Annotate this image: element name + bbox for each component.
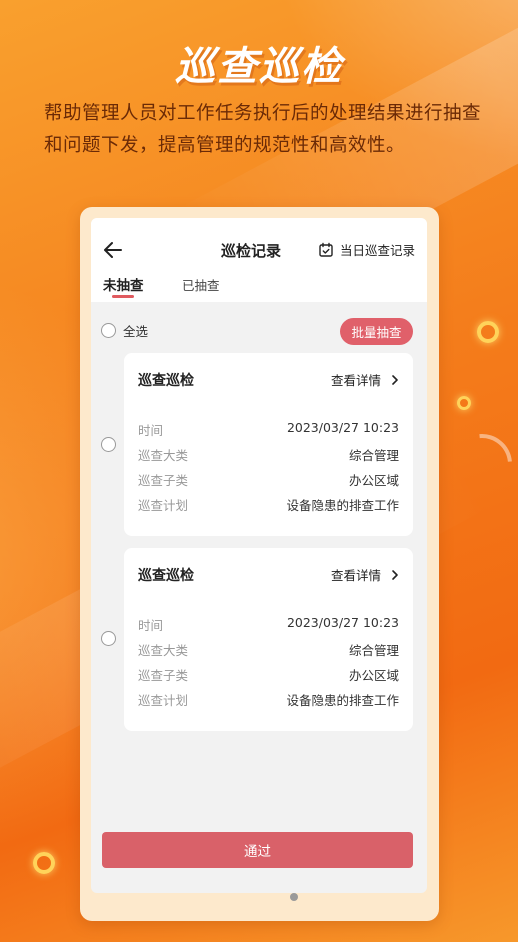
decor-ring bbox=[477, 321, 499, 343]
select-all-radio[interactable] bbox=[101, 323, 116, 338]
field-value: 2023/03/27 10:23 bbox=[286, 615, 399, 630]
pass-button[interactable]: 通过 bbox=[102, 832, 413, 868]
hero-title: 巡查巡检 bbox=[175, 44, 343, 90]
field-label: 巡查子类 bbox=[138, 668, 189, 683]
daily-record-label: 当日巡查记录 bbox=[339, 243, 415, 258]
field-time: 时间 2023/03/27 10:23 bbox=[138, 420, 399, 439]
field-value: 办公区域 bbox=[348, 668, 399, 683]
daily-record-button[interactable]: 当日巡查记录 bbox=[318, 240, 415, 259]
field-label: 巡查大类 bbox=[138, 448, 189, 463]
field-value: 办公区域 bbox=[348, 473, 399, 488]
field-label: 巡查计划 bbox=[138, 498, 189, 513]
record-radio[interactable] bbox=[101, 437, 116, 452]
chevron-right-icon bbox=[392, 569, 398, 580]
home-indicator bbox=[290, 893, 298, 901]
record-title: 巡查巡检 bbox=[138, 568, 194, 584]
batch-check-button[interactable]: 批量抽查 bbox=[340, 318, 413, 345]
arrow-left-icon[interactable] bbox=[101, 238, 125, 262]
field-value: 综合管理 bbox=[348, 643, 399, 658]
field-plan: 巡查计划 设备隐患的排查工作 bbox=[138, 690, 399, 709]
hero-description: 帮助管理人员对工作任务执行后的处理结果进行抽查和问题下发，提高管理的规范性和高效… bbox=[44, 103, 482, 156]
field-value: 2023/03/27 10:23 bbox=[286, 420, 399, 435]
active-tab-indicator bbox=[112, 295, 134, 298]
view-detail-label: 查看详情 bbox=[330, 568, 381, 583]
view-detail-link[interactable]: 查看详情 bbox=[331, 565, 401, 584]
tab-unchecked[interactable]: 未抽查 bbox=[103, 274, 144, 294]
field-value: 设备隐患的排查工作 bbox=[286, 498, 399, 513]
field-category: 巡查大类 综合管理 bbox=[138, 445, 399, 464]
field-time: 时间 2023/03/27 10:23 bbox=[138, 615, 399, 634]
field-label: 巡查计划 bbox=[138, 693, 189, 708]
select-all-label: 全选 bbox=[123, 324, 149, 339]
field-label: 时间 bbox=[138, 618, 164, 633]
field-subcategory: 巡查子类 办公区域 bbox=[138, 470, 399, 489]
field-plan: 巡查计划 设备隐患的排查工作 bbox=[138, 495, 399, 514]
record-title: 巡查巡检 bbox=[138, 373, 194, 389]
record-card[interactable]: 巡查巡检 查看详情 时间 2023/03/27 10:23 巡查大类 综合管理 … bbox=[124, 548, 413, 731]
record-card[interactable]: 巡查巡检 查看详情 时间 2023/03/27 10:23 巡查大类 综合管理 … bbox=[124, 353, 413, 536]
field-value: 综合管理 bbox=[348, 448, 399, 463]
tab-checked[interactable]: 已抽查 bbox=[182, 275, 220, 294]
page-title: 巡检记录 bbox=[221, 242, 282, 260]
field-label: 巡查大类 bbox=[138, 643, 189, 658]
field-value: 设备隐患的排查工作 bbox=[286, 693, 399, 708]
select-all-row[interactable]: 全选 bbox=[101, 321, 148, 340]
view-detail-link[interactable]: 查看详情 bbox=[331, 370, 401, 389]
decor-ring bbox=[457, 396, 471, 410]
record-radio[interactable] bbox=[101, 631, 116, 646]
calendar-check-icon bbox=[319, 242, 333, 257]
top-bar: 巡检记录 当日巡查记录 未抽查 已抽查 bbox=[91, 218, 427, 302]
field-label: 巡查子类 bbox=[138, 473, 189, 488]
field-label: 时间 bbox=[138, 423, 164, 438]
decor-ring bbox=[33, 852, 55, 874]
phone-screen: 巡检记录 当日巡查记录 未抽查 已抽查 全选 批量抽查 巡查巡检 查看详情 时间 bbox=[91, 218, 427, 893]
field-subcategory: 巡查子类 办公区域 bbox=[138, 665, 399, 684]
chevron-right-icon bbox=[392, 374, 398, 385]
view-detail-label: 查看详情 bbox=[330, 373, 381, 388]
field-category: 巡查大类 综合管理 bbox=[138, 640, 399, 659]
